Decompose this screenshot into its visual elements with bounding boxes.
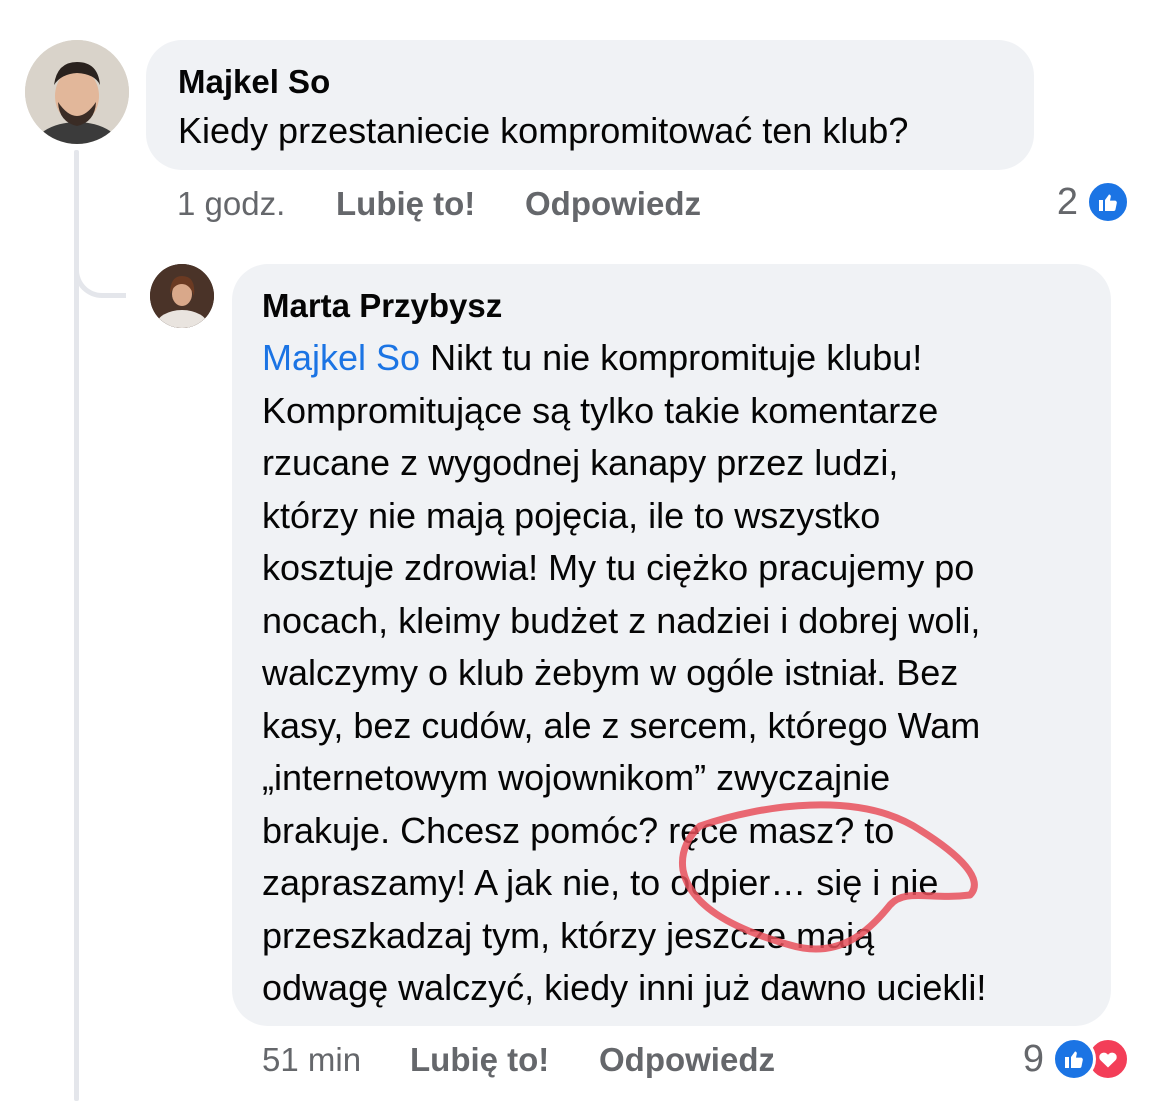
like-button-1[interactable]: Lubię to! (336, 184, 475, 224)
comment-author-1[interactable]: Majkel So (178, 62, 1002, 102)
reply-line: brakuje. Chcesz pomóc? ręce masz? to (262, 809, 895, 851)
reply-line: nocach, kleimy budżet z nadziei i dobrej… (262, 599, 981, 641)
reply-line: którzy nie mają pojęcia, ile to wszystko (262, 494, 881, 536)
reply-line: kasy, bez cudów, ale z sercem, którego W… (262, 704, 981, 746)
reply-bubble: Marta Przybysz Majkel So Nikt tu nie kom… (232, 264, 1111, 1026)
comment-text-1: Kiedy przestaniecie kompromitować ten kl… (178, 110, 909, 151)
reply-text: Majkel So Nikt tu nie kompromituje klubu… (262, 332, 1081, 1015)
reaction-count-2: 9 (1022, 1037, 1044, 1080)
reply-line: zapraszamy! A jak nie, to odpier… się i … (262, 862, 939, 903)
reply-line: rzucane z wygodnej kanapy przez ludzi, (262, 442, 899, 483)
reply-time[interactable]: 51 min (262, 1040, 361, 1080)
reply-line: walczymy o klub żebym w ogóle istniał. B… (262, 652, 959, 693)
reply-line: Majkel So Nikt tu nie kompromituje klubu… (262, 337, 923, 378)
avatar-photo-icon (25, 40, 129, 144)
avatar-majkel[interactable] (25, 40, 129, 144)
reply-line: Kompromitujące są tylko takie komentarze (262, 389, 939, 431)
thread-connector (74, 220, 126, 298)
reply-line: „internetowym wojownikom” zwyczajnie (262, 757, 891, 798)
avatar-marta[interactable] (150, 264, 214, 328)
mention-link[interactable]: Majkel So (262, 337, 420, 378)
comment-time-1[interactable]: 1 godz. (177, 184, 285, 224)
like-button-2[interactable]: Lubię to! (410, 1040, 549, 1080)
reply-author[interactable]: Marta Przybysz (262, 286, 1081, 326)
reply-line: przeszkadzaj tym, którzy jeszcze mają (262, 914, 875, 956)
avatar-photo-icon (150, 264, 214, 328)
reply-button-2[interactable]: Odpowiedz (599, 1040, 775, 1080)
reaction-summary-2[interactable]: 9 (1023, 1037, 1130, 1081)
reaction-summary-1[interactable]: 2 (1057, 180, 1130, 224)
reply-button-1[interactable]: Odpowiedz (525, 184, 701, 224)
like-icon (1052, 1037, 1096, 1081)
like-icon (1086, 180, 1130, 224)
reply-line: kosztuje zdrowia! My tu ciężko pracujemy… (262, 547, 975, 588)
reaction-count-1: 2 (1056, 180, 1078, 223)
comment-bubble-1: Majkel So Kiedy przestaniecie kompromito… (146, 40, 1034, 170)
thread-line (74, 150, 79, 1101)
reply-line: odwagę walczyć, kiedy inni już dawno uci… (262, 967, 987, 1008)
